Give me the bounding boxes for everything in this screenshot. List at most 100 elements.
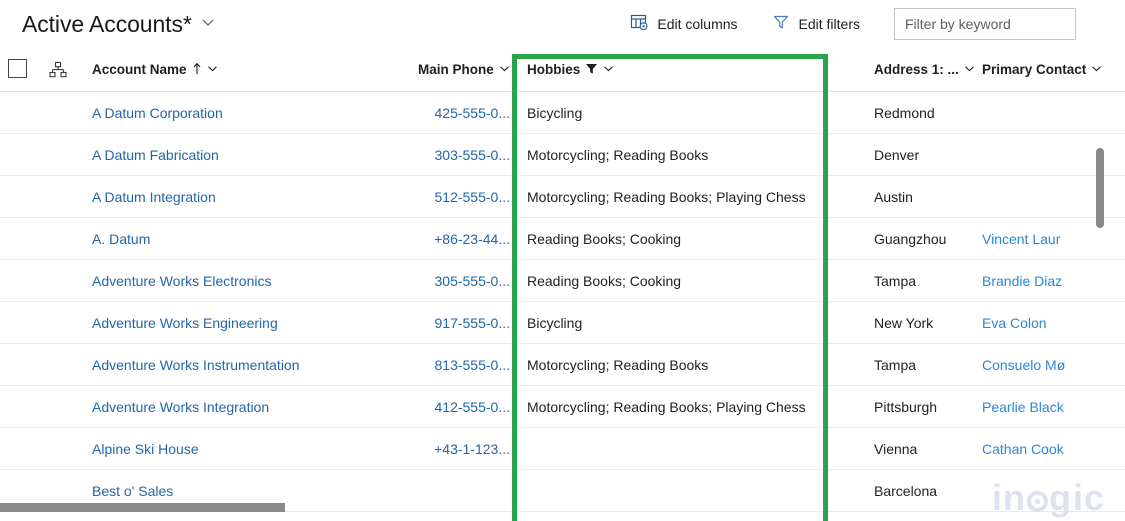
table-row[interactable]: Adventure Works Electronics 305-555-0... R… [0, 260, 1125, 302]
column-header-hobbies[interactable]: Hobbies [527, 48, 614, 92]
table-row[interactable]: Adventure Works Instrumentation 813-555-0… [0, 344, 1125, 386]
cell-main-phone[interactable]: 813-555-0... [418, 344, 511, 386]
account-name-link[interactable]: A Datum Corporation [92, 105, 223, 121]
vertical-scrollbar-thumb[interactable] [1096, 148, 1104, 228]
hobbies-value: Motorcycling; Reading Books [527, 147, 709, 163]
cell-hobbies[interactable]: Motorcycling; Reading Books; Playing Che… [527, 386, 819, 428]
primary-contact-link[interactable]: Pearlie Black [982, 399, 1064, 415]
cell-primary-contact[interactable] [982, 176, 1102, 218]
account-name-link[interactable]: Adventure Works Integration [92, 399, 269, 415]
cell-account-name[interactable]: A Datum Integration [92, 176, 412, 218]
view-selector[interactable]: Active Accounts* [22, 11, 215, 38]
main-phone-link[interactable]: +86-23-44... [434, 231, 510, 247]
column-header-primary-contact[interactable]: Primary Contact [982, 48, 1102, 92]
cell-hobbies[interactable]: Motorcycling; Reading Books [527, 344, 819, 386]
chevron-down-icon[interactable] [1091, 62, 1102, 77]
chevron-down-icon[interactable] [207, 62, 218, 77]
cell-hobbies[interactable] [527, 470, 819, 512]
table-row[interactable]: A Datum Integration 512-555-0... Motorcycl… [0, 176, 1125, 218]
cell-main-phone[interactable]: +43-1-123... [418, 428, 510, 470]
cell-hobbies[interactable]: Bicycling [527, 92, 819, 134]
cell-main-phone[interactable]: +86-23-44... [418, 218, 510, 260]
cell-account-name[interactable]: Alpine Ski House [92, 428, 412, 470]
main-phone-link[interactable]: 425-555-0... [435, 105, 511, 121]
account-name-link[interactable]: Adventure Works Instrumentation [92, 357, 300, 373]
main-phone-link[interactable]: 512-555-0... [435, 189, 511, 205]
hobbies-value: Reading Books; Cooking [527, 231, 682, 247]
cell-account-name[interactable]: A. Datum [92, 218, 412, 260]
search-input[interactable] [905, 16, 1065, 32]
primary-contact-link[interactable]: Eva Colon [982, 315, 1047, 331]
horizontal-scrollbar-thumb[interactable] [0, 503, 285, 512]
main-phone-link[interactable]: 412-555-0... [435, 399, 511, 415]
table-row[interactable]: Adventure Works Integration 412-555-0... M… [0, 386, 1125, 428]
cell-main-phone[interactable] [418, 470, 510, 512]
cell-account-name[interactable]: Adventure Works Integration [92, 386, 412, 428]
cell-primary-contact[interactable]: Eva Colon [982, 302, 1102, 344]
cell-primary-contact[interactable] [982, 134, 1102, 176]
account-name-link[interactable]: Alpine Ski House [92, 441, 199, 457]
cell-account-name[interactable]: Adventure Works Instrumentation [92, 344, 412, 386]
primary-contact-link[interactable]: Brandie Diaz [982, 273, 1062, 289]
cell-account-name[interactable]: Adventure Works Engineering [92, 302, 412, 344]
table-row[interactable]: Adventure Works Engineering 917-555-0... B… [0, 302, 1125, 344]
accounts-grid: Account Name Main Phone Hobbies Address … [0, 48, 1125, 521]
cell-primary-contact[interactable]: Pearlie Black [982, 386, 1102, 428]
cell-hobbies[interactable]: Motorcycling; Reading Books [527, 134, 819, 176]
cell-main-phone[interactable]: 425-555-0... [418, 92, 511, 134]
chevron-down-icon[interactable] [964, 62, 975, 77]
cell-main-phone[interactable]: 305-555-0... [418, 260, 511, 302]
chevron-down-icon[interactable] [603, 62, 614, 77]
primary-contact-link[interactable]: Cathan Cook [982, 441, 1064, 457]
column-header-address-1[interactable]: Address 1: ... [874, 48, 975, 92]
hierarchy-icon[interactable] [48, 60, 68, 85]
cell-hobbies[interactable]: Reading Books; Cooking [527, 218, 819, 260]
table-row[interactable]: A Datum Fabrication 303-555-0... Motorcycl… [0, 134, 1125, 176]
table-row[interactable]: A Datum Corporation 425-555-0... Bicycling… [0, 92, 1125, 134]
cell-main-phone[interactable]: 303-555-0... [418, 134, 511, 176]
filter-by-keyword-box[interactable] [894, 8, 1076, 40]
cell-hobbies[interactable] [527, 428, 819, 470]
account-name-link[interactable]: Adventure Works Engineering [92, 315, 278, 331]
main-phone-link[interactable]: +43-1-123... [434, 441, 510, 457]
account-name-link[interactable]: Adventure Works Electronics [92, 273, 271, 289]
main-phone-link[interactable]: 813-555-0... [435, 357, 511, 373]
primary-contact-link[interactable]: Consuelo Mø [982, 357, 1065, 373]
main-phone-link[interactable]: 305-555-0... [435, 273, 511, 289]
cell-hobbies[interactable]: Reading Books; Cooking [527, 260, 819, 302]
cell-primary-contact[interactable]: Cathan Cook [982, 428, 1102, 470]
cell-account-name[interactable]: A Datum Corporation [92, 92, 412, 134]
column-header-account-name[interactable]: Account Name [92, 48, 218, 92]
account-name-link[interactable]: A Datum Fabrication [92, 147, 219, 163]
cell-hobbies[interactable]: Bicycling [527, 302, 819, 344]
main-phone-link[interactable]: 303-555-0... [435, 147, 511, 163]
cell-primary-contact[interactable]: Brandie Diaz [982, 260, 1102, 302]
hobbies-value: Reading Books; Cooking [527, 273, 682, 289]
cell-account-name[interactable]: Adventure Works Electronics [92, 260, 412, 302]
edit-filters-button[interactable]: Edit filters [766, 8, 866, 40]
cell-primary-contact[interactable]: Consuelo Mø [982, 344, 1102, 386]
chevron-down-icon[interactable] [201, 15, 215, 34]
account-name-link[interactable]: A. Datum [92, 231, 150, 247]
cell-main-phone[interactable]: 412-555-0... [418, 386, 511, 428]
cell-primary-contact[interactable]: Vincent Laur [982, 218, 1102, 260]
select-all-cell[interactable] [8, 59, 44, 78]
column-header-main-phone[interactable]: Main Phone [418, 48, 510, 92]
account-name-link[interactable]: A Datum Integration [92, 189, 216, 205]
main-phone-link[interactable]: 917-555-0... [435, 315, 511, 331]
cell-main-phone[interactable]: 512-555-0... [418, 176, 511, 218]
cell-address-1: Austin [874, 176, 974, 218]
cell-main-phone[interactable]: 917-555-0... [418, 302, 511, 344]
cell-account-name[interactable]: A Datum Fabrication [92, 134, 412, 176]
account-name-link[interactable]: Best o' Sales [92, 483, 173, 499]
cell-primary-contact[interactable] [982, 92, 1102, 134]
table-row[interactable]: Alpine Ski House +43-1-123... Vienna Cathan… [0, 428, 1125, 470]
table-row[interactable]: A. Datum +86-23-44... Reading Books; Cooki… [0, 218, 1125, 260]
primary-contact-link[interactable]: Vincent Laur [982, 231, 1060, 247]
checkbox-unchecked-icon[interactable] [8, 59, 27, 78]
filter-applied-icon[interactable] [585, 62, 598, 78]
edit-columns-button[interactable]: Edit columns [624, 8, 743, 40]
chevron-down-icon[interactable] [499, 62, 510, 77]
cell-hobbies[interactable]: Motorcycling; Reading Books; Playing Che… [527, 176, 819, 218]
address-value: New York [874, 315, 934, 331]
